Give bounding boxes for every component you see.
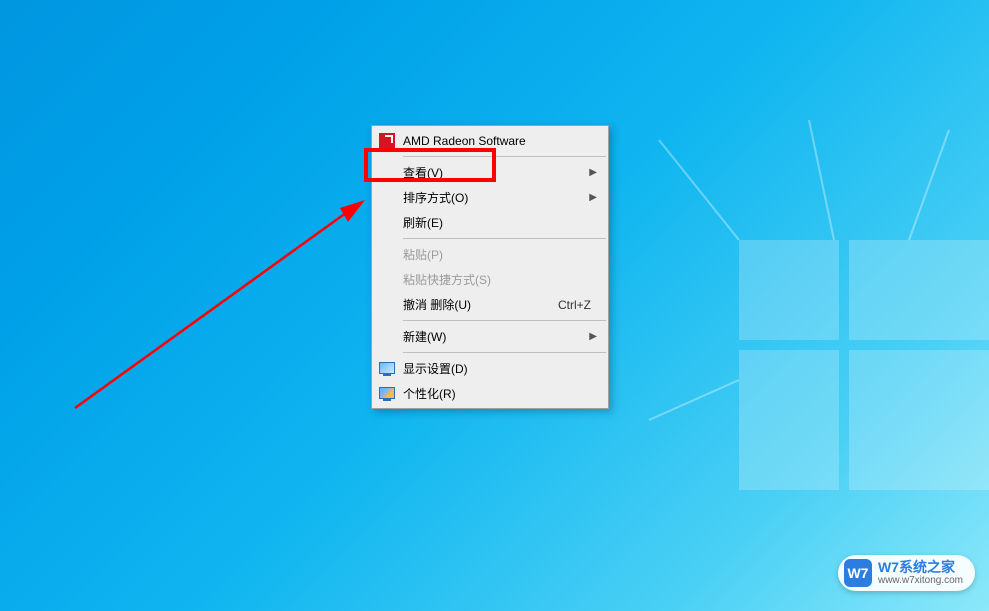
- monitor-icon: [379, 361, 395, 377]
- watermark-text: W7系统之家 www.w7xitong.com: [878, 560, 963, 586]
- menu-label: 排序方式(O): [403, 189, 599, 206]
- menu-label: 显示设置(D): [403, 360, 599, 377]
- menu-label: 撤消 删除(U): [403, 296, 558, 313]
- menu-item-new[interactable]: 新建(W) ▶: [373, 324, 607, 349]
- menu-item-amd[interactable]: AMD Radeon Software: [373, 128, 607, 153]
- menu-label: 粘贴(P): [403, 246, 599, 263]
- menu-item-display-settings[interactable]: 显示设置(D): [373, 356, 607, 381]
- menu-separator: [403, 156, 606, 157]
- watermark-badge: W7: [844, 559, 872, 587]
- menu-label: AMD Radeon Software: [403, 134, 599, 148]
- menu-separator: [403, 320, 606, 321]
- menu-label: 个性化(R): [403, 385, 599, 402]
- menu-label: 粘贴快捷方式(S): [403, 271, 599, 288]
- menu-item-paste-shortcut: 粘贴快捷方式(S): [373, 267, 607, 292]
- menu-separator: [403, 238, 606, 239]
- watermark-url: www.w7xitong.com: [878, 575, 963, 586]
- menu-separator: [403, 352, 606, 353]
- menu-item-sort[interactable]: 排序方式(O) ▶: [373, 185, 607, 210]
- menu-item-paste: 粘贴(P): [373, 242, 607, 267]
- menu-label: 新建(W): [403, 328, 599, 345]
- menu-shortcut: Ctrl+Z: [558, 298, 591, 312]
- windows-logo-bg: [609, 120, 989, 500]
- desktop-context-menu: AMD Radeon Software 查看(V) ▶ 排序方式(O) ▶ 刷新…: [371, 125, 609, 409]
- menu-item-refresh[interactable]: 刷新(E): [373, 210, 607, 235]
- annotation-arrow: [70, 160, 380, 420]
- menu-label: 查看(V): [403, 164, 599, 181]
- amd-icon: [379, 133, 395, 149]
- personalize-icon: [379, 386, 395, 402]
- menu-item-view[interactable]: 查看(V) ▶: [373, 160, 607, 185]
- submenu-arrow-icon: ▶: [589, 331, 597, 342]
- submenu-arrow-icon: ▶: [589, 192, 597, 203]
- menu-label: 刷新(E): [403, 214, 599, 231]
- submenu-arrow-icon: ▶: [589, 167, 597, 178]
- watermark: W7 W7系统之家 www.w7xitong.com: [838, 555, 975, 591]
- watermark-title: W7系统之家: [878, 560, 963, 575]
- menu-item-personalize[interactable]: 个性化(R): [373, 381, 607, 406]
- menu-item-undo[interactable]: 撤消 删除(U) Ctrl+Z: [373, 292, 607, 317]
